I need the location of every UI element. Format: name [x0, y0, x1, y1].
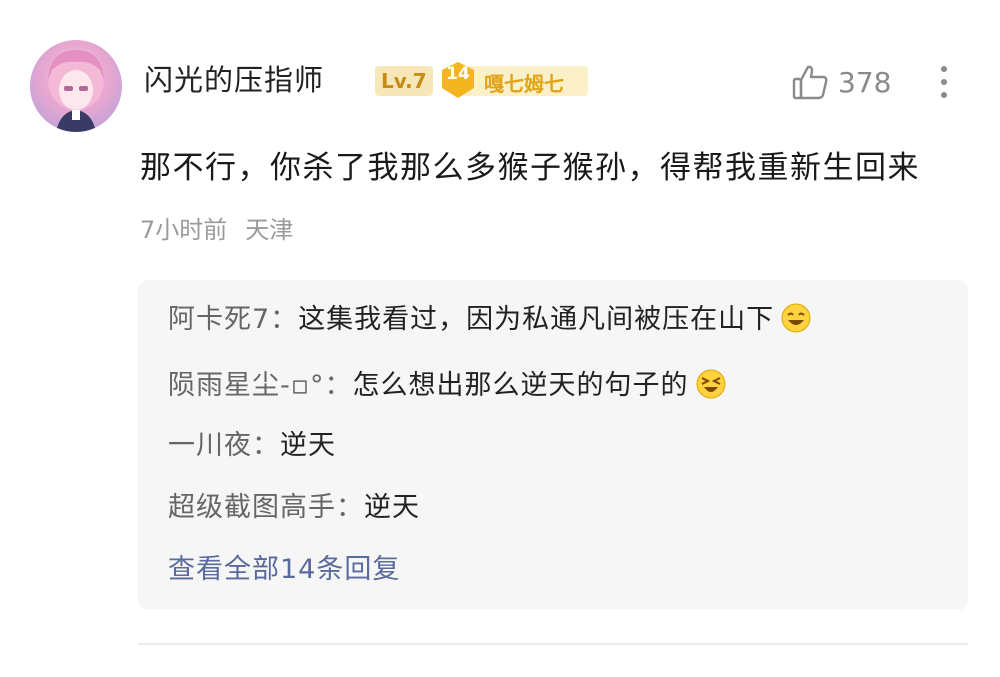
- reply-author[interactable]: 陨雨星尘-▫°：: [168, 370, 353, 401]
- comment-time: 7小时前: [140, 216, 228, 244]
- level-badge: Lv.7: [375, 66, 433, 96]
- comment-text: 那不行，你杀了我那么多猴子猴孙，得帮我重新生回来: [140, 150, 920, 186]
- reply-text: 逆天: [364, 492, 420, 523]
- reply-item[interactable]: 陨雨星尘-▫°：怎么想出那么逆天的句子的: [168, 364, 727, 408]
- reply-item[interactable]: 一川夜：逆天: [168, 424, 336, 468]
- thumbs-up-icon: [792, 65, 828, 100]
- reply-item[interactable]: 超级截图高手：逆天: [168, 486, 420, 530]
- more-vertical-icon[interactable]: [934, 62, 954, 102]
- fan-level-number: 14: [446, 64, 470, 84]
- comment-location: 天津: [245, 216, 294, 244]
- like-button[interactable]: 378: [790, 60, 891, 104]
- reply-text: 逆天: [280, 430, 336, 461]
- reply-item[interactable]: 阿卡死7：这集我看过，因为私通凡间被压在山下: [168, 298, 812, 342]
- laugh-emoji: [781, 303, 811, 333]
- fan-badge[interactable]: 14 嘎七姆七: [438, 60, 590, 100]
- reply-author[interactable]: 阿卡死7：: [168, 304, 298, 335]
- reply-author[interactable]: 一川夜：: [168, 430, 280, 461]
- divider: [138, 643, 968, 645]
- reply-box[interactable]: 阿卡死7：这集我看过，因为私通凡间被压在山下 陨雨星尘-▫°：怎么想出那么逆天的…: [138, 280, 968, 610]
- view-all-replies-link[interactable]: 查看全部14条回复: [168, 548, 400, 592]
- reply-author[interactable]: 超级截图高手：: [168, 492, 364, 523]
- fan-badge-name: 嘎七姆七: [484, 72, 564, 96]
- comment-meta: 7小时前 天津: [140, 210, 293, 250]
- avatar[interactable]: [30, 40, 122, 132]
- reply-text: 这集我看过，因为私通凡间被压在山下: [298, 304, 775, 335]
- reply-text: 怎么想出那么逆天的句子的: [352, 370, 689, 401]
- squint-laugh-emoji: [696, 369, 726, 399]
- like-count: 378: [838, 65, 892, 99]
- username[interactable]: 闪光的压指师: [144, 56, 324, 104]
